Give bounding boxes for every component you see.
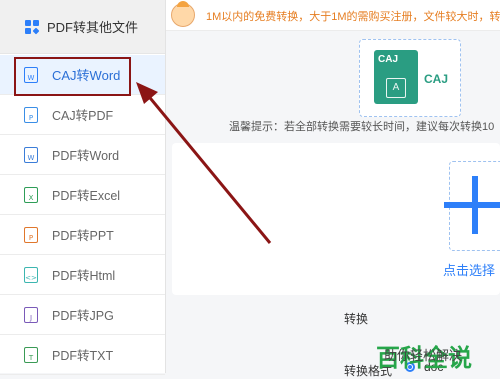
annotation-arrow (136, 82, 272, 244)
